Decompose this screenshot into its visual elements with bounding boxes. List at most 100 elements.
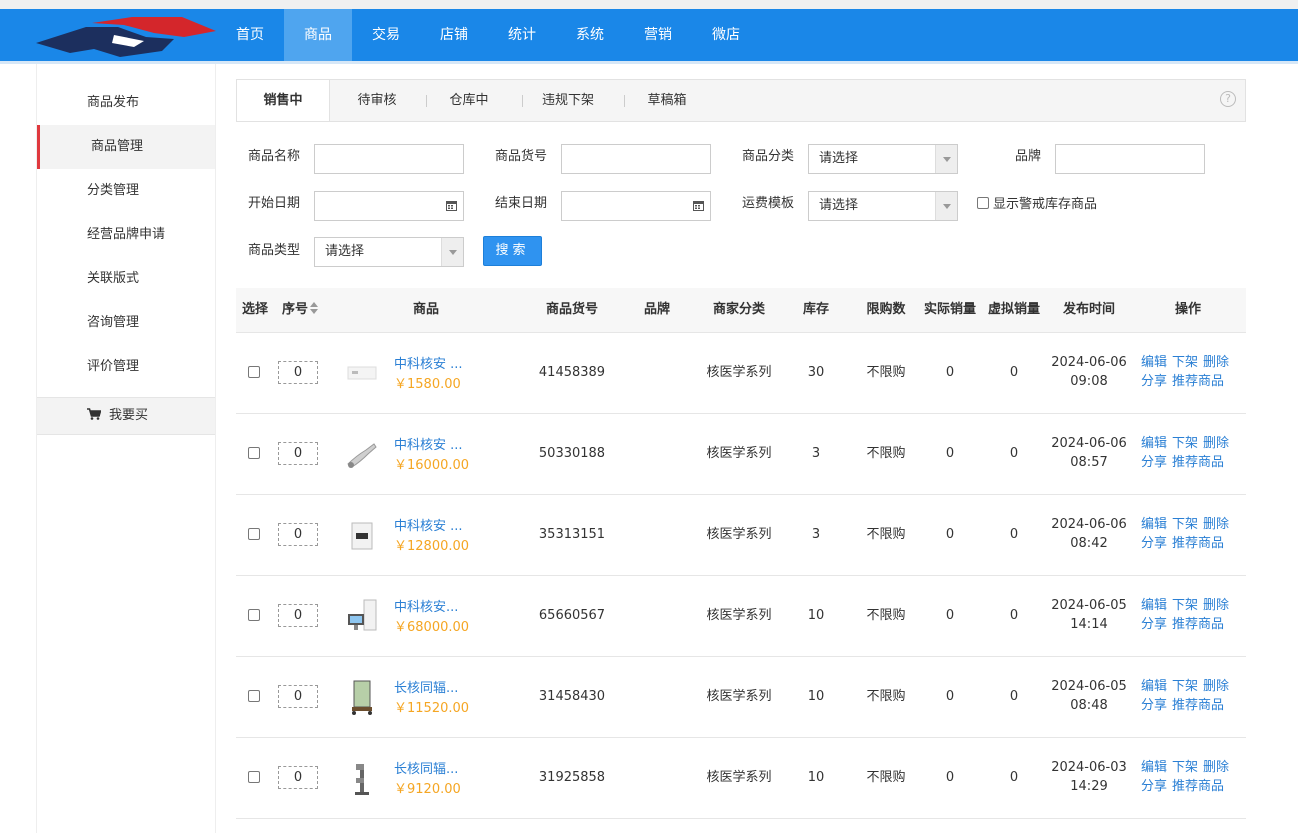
category-select[interactable]: 请选择 bbox=[808, 144, 958, 174]
search-button[interactable]: 搜索 bbox=[483, 236, 542, 266]
edit-link[interactable]: 编辑 bbox=[1141, 517, 1167, 532]
row-checkbox[interactable] bbox=[248, 528, 260, 540]
sidebar-item[interactable]: 关联版式 bbox=[37, 257, 215, 301]
sidebar-item[interactable]: 评价管理 bbox=[37, 345, 215, 389]
delete-link[interactable]: 删除 bbox=[1203, 517, 1229, 532]
tab-item[interactable]: 草稿箱 bbox=[627, 80, 707, 121]
calendar-icon[interactable] bbox=[446, 200, 457, 211]
product-thumbnail[interactable] bbox=[342, 596, 382, 636]
product-thumbnail[interactable] bbox=[342, 515, 382, 555]
sku-cell: 31458430 bbox=[538, 689, 606, 704]
nav-item[interactable]: 首页 bbox=[216, 9, 284, 61]
product-name-link[interactable]: 长核同辐... bbox=[394, 677, 458, 696]
seq-input[interactable]: 0 bbox=[278, 523, 318, 546]
unlist-link[interactable]: 下架 bbox=[1172, 436, 1198, 451]
product-thumbnail[interactable] bbox=[342, 758, 382, 798]
recommend-link[interactable]: 推荐商品 bbox=[1172, 617, 1224, 632]
sidebar-item[interactable]: 分类管理 bbox=[37, 169, 215, 213]
tab-item[interactable]: 违规下架 bbox=[525, 80, 611, 121]
help-icon[interactable]: ? bbox=[1220, 91, 1236, 107]
row-checkbox[interactable] bbox=[248, 447, 260, 459]
unlist-link[interactable]: 下架 bbox=[1172, 760, 1198, 775]
product-thumbnail[interactable] bbox=[342, 353, 382, 393]
delete-link[interactable]: 删除 bbox=[1203, 436, 1229, 451]
brand-cell bbox=[632, 495, 682, 575]
unlist-link[interactable]: 下架 bbox=[1172, 679, 1198, 694]
warn-stock-checkbox[interactable] bbox=[977, 197, 989, 209]
end-date-input[interactable] bbox=[561, 191, 711, 221]
sort-icon[interactable] bbox=[310, 302, 318, 314]
recommend-link[interactable]: 推荐商品 bbox=[1172, 455, 1224, 470]
nav-item[interactable]: 统计 bbox=[488, 9, 556, 61]
seq-input[interactable]: 0 bbox=[278, 685, 318, 708]
nav-item[interactable]: 店铺 bbox=[420, 9, 488, 61]
product-thumbnail[interactable] bbox=[342, 434, 382, 474]
tab-item[interactable]: 仓库中 bbox=[429, 80, 509, 121]
sku-cell: 65660567 bbox=[538, 608, 606, 623]
sidebar-item[interactable]: 经营品牌申请 bbox=[37, 213, 215, 257]
publish-time-cell: 2024-06-05 08:48 bbox=[1044, 677, 1134, 715]
th-ops: 操作 bbox=[1174, 302, 1201, 317]
row-actions: 编辑 下架 删除分享 推荐商品 bbox=[1141, 758, 1241, 796]
edit-link[interactable]: 编辑 bbox=[1141, 355, 1167, 370]
product-name-link[interactable]: 中科核安 ... bbox=[394, 434, 463, 453]
recommend-link[interactable]: 推荐商品 bbox=[1172, 779, 1224, 794]
recommend-link[interactable]: 推荐商品 bbox=[1172, 698, 1224, 713]
seq-input[interactable]: 0 bbox=[278, 604, 318, 627]
tab-item[interactable]: 销售中 bbox=[237, 80, 330, 121]
share-link[interactable]: 分享 bbox=[1141, 779, 1167, 794]
row-checkbox[interactable] bbox=[248, 366, 260, 378]
seq-input[interactable]: 0 bbox=[278, 442, 318, 465]
edit-link[interactable]: 编辑 bbox=[1141, 598, 1167, 613]
row-checkbox[interactable] bbox=[248, 690, 260, 702]
nav-item[interactable]: 系统 bbox=[556, 9, 624, 61]
recommend-link[interactable]: 推荐商品 bbox=[1172, 536, 1224, 551]
sidebar-item[interactable]: 咨询管理 bbox=[37, 301, 215, 345]
seq-input[interactable]: 0 bbox=[278, 766, 318, 789]
row-checkbox[interactable] bbox=[248, 771, 260, 783]
delete-link[interactable]: 删除 bbox=[1203, 355, 1229, 370]
product-name-link[interactable]: 中科核安 ... bbox=[394, 515, 463, 534]
th-virtual-sales: 虚拟销量 bbox=[987, 302, 1040, 317]
product-name-input[interactable] bbox=[314, 144, 464, 174]
share-link[interactable]: 分享 bbox=[1141, 698, 1167, 713]
brand-input[interactable] bbox=[1055, 144, 1205, 174]
sidebar-item[interactable]: 商品管理 bbox=[37, 125, 215, 169]
recommend-link[interactable]: 推荐商品 bbox=[1172, 374, 1224, 389]
row-checkbox[interactable] bbox=[248, 609, 260, 621]
unlist-link[interactable]: 下架 bbox=[1172, 517, 1198, 532]
product-name-link[interactable]: 中科核安... bbox=[394, 596, 458, 615]
start-date-input[interactable] bbox=[314, 191, 464, 221]
share-link[interactable]: 分享 bbox=[1141, 536, 1167, 551]
nav-item[interactable]: 微店 bbox=[692, 9, 760, 61]
tab-item[interactable]: 待审核 bbox=[337, 80, 417, 121]
limit-cell: 不限购 bbox=[866, 608, 906, 623]
calendar-icon[interactable] bbox=[693, 200, 704, 211]
th-seq[interactable]: 序号 bbox=[276, 288, 324, 332]
delete-link[interactable]: 删除 bbox=[1203, 679, 1229, 694]
share-link[interactable]: 分享 bbox=[1141, 617, 1167, 632]
nav-item[interactable]: 营销 bbox=[624, 9, 692, 61]
product-type-select[interactable]: 请选择 bbox=[314, 237, 464, 267]
edit-link[interactable]: 编辑 bbox=[1141, 679, 1167, 694]
sidebar-item[interactable]: 商品发布 bbox=[37, 81, 215, 125]
product-thumbnail[interactable] bbox=[342, 677, 382, 717]
product-name-link[interactable]: 长核同辐... bbox=[394, 758, 458, 777]
edit-link[interactable]: 编辑 bbox=[1141, 436, 1167, 451]
sidebar-buy-button[interactable]: 我要买 bbox=[37, 397, 215, 435]
freight-select[interactable]: 请选择 bbox=[808, 191, 958, 221]
nav-item[interactable]: 商品 bbox=[284, 9, 352, 61]
sku-input[interactable] bbox=[561, 144, 711, 174]
delete-link[interactable]: 删除 bbox=[1203, 760, 1229, 775]
unlist-link[interactable]: 下架 bbox=[1172, 598, 1198, 613]
nav-item[interactable]: 交易 bbox=[352, 9, 420, 61]
unlist-link[interactable]: 下架 bbox=[1172, 355, 1198, 370]
brand-logo[interactable] bbox=[34, 13, 216, 57]
share-link[interactable]: 分享 bbox=[1141, 374, 1167, 389]
product-name-link[interactable]: 中科核安 ... bbox=[394, 353, 463, 372]
edit-link[interactable]: 编辑 bbox=[1141, 760, 1167, 775]
share-link[interactable]: 分享 bbox=[1141, 455, 1167, 470]
table-row: 0 长核同辐... ￥11520.00 31458430 核医学系列 10 不限购 0 0 202… bbox=[236, 657, 1246, 738]
seq-input[interactable]: 0 bbox=[278, 361, 318, 384]
delete-link[interactable]: 删除 bbox=[1203, 598, 1229, 613]
